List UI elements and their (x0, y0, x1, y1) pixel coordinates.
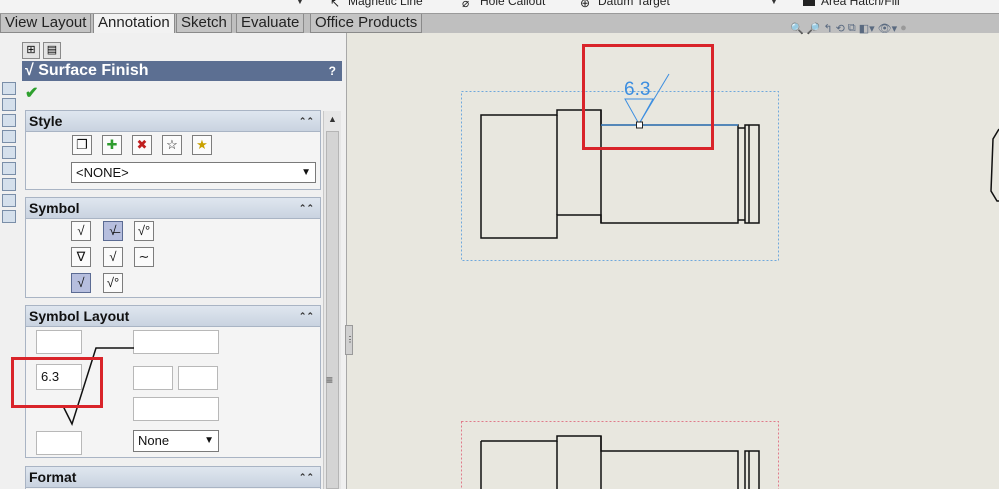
scroll-thumb[interactable] (326, 131, 339, 489)
previous-view-icon[interactable]: ↰ (823, 22, 832, 35)
format-group-header[interactable]: Format ⌃⌃ (26, 467, 320, 488)
vertical-toolbar (0, 79, 18, 299)
resize-grip-icon[interactable]: ≡ (326, 373, 333, 387)
pm-title-text: Surface Finish (38, 62, 149, 79)
chevron-down-icon: ▼ (301, 167, 311, 178)
style-select[interactable]: <NONE> ▼ (71, 162, 316, 183)
basic-symbol-icon[interactable]: √ (71, 221, 91, 241)
format-heading: Format (29, 469, 77, 485)
format-icon[interactable] (2, 98, 16, 111)
command-toolbar: ▼ ↖ Magnetic Line ⌀ Hole Callout ⊕ Datum… (0, 0, 999, 14)
add-style-icon[interactable]: ✚ (102, 135, 122, 155)
area-hatch-button[interactable]: Area Hatch/Fill (803, 0, 900, 8)
layer-icon[interactable] (2, 82, 16, 95)
drawing-view-boundary-lower[interactable] (461, 421, 779, 489)
hide-show-items-icon[interactable]: 👁▾ (878, 22, 898, 35)
annotation-icon[interactable] (2, 114, 16, 127)
highlight-box-pm (11, 357, 103, 408)
style-heading: Style (29, 113, 63, 129)
style-group: Style ⌃⌃ ❐ ✚ ✖ ☆ ★ <NONE> ▼ (25, 110, 321, 190)
hole-callout-button[interactable]: ⌀ Hole Callout (462, 0, 546, 10)
vertical-scrollbar[interactable]: ▲ (323, 111, 341, 489)
save-style-icon[interactable]: ☆ (162, 135, 182, 155)
property-manager-tab-icon[interactable]: ▤ (43, 42, 61, 59)
ok-checkmark-icon[interactable]: ✔ (25, 83, 38, 103)
tab-sketch[interactable]: Sketch (176, 14, 232, 33)
help-button[interactable]: ? (329, 61, 336, 81)
appearance-icon[interactable]: ● (900, 22, 907, 34)
magnetic-line-label: Magnetic Line (348, 0, 423, 8)
sheet-icon[interactable] (2, 210, 16, 223)
dropdown-arrow-icon[interactable]: ▼ (770, 0, 778, 6)
grid-icon[interactable] (2, 178, 16, 191)
area-hatch-label: Area Hatch/Fill (821, 0, 900, 8)
pane-splitter[interactable]: ⋮ (345, 325, 354, 355)
machining-required-icon[interactable]: √̶ (103, 221, 123, 241)
delete-style-icon[interactable]: ✖ (132, 135, 152, 155)
symbol-group-header[interactable]: Symbol ⌃⌃ (26, 198, 320, 219)
part-outline-bottom[interactable] (480, 435, 760, 489)
hole-callout-label: Hole Callout (480, 0, 546, 8)
magnetic-line-button[interactable]: ↖ Magnetic Line (330, 0, 423, 10)
tab-annotation[interactable]: Annotation (93, 14, 175, 34)
heads-up-view-toolbar: 🔍 🔎 ↰ ⟲ ⧉ ◧▾ 👁▾ ● (790, 20, 907, 36)
section-view-icon[interactable]: ⧉ (848, 22, 856, 35)
hole-callout-icon: ⌀ (462, 0, 470, 10)
zoom-to-area-icon[interactable]: 🔎 (807, 22, 821, 35)
solidworks-window: ▼ ↖ Magnetic Line ⌀ Hole Callout ⊕ Datum… (0, 0, 999, 489)
datum-target-icon: ⊕ (580, 0, 591, 10)
tab-office-products[interactable]: Office Products (310, 14, 423, 33)
jis-machining-icon[interactable]: √ (103, 247, 123, 267)
rotate-view-icon[interactable]: ⟲ (836, 22, 845, 35)
collapse-chevron-icon[interactable]: ⌃⌃ (299, 111, 314, 132)
property-manager-pane: ⊞ ▤ √ Surface Finish ? ✔ ▲ Style ⌃⌃ ❐ ✚ … (0, 33, 347, 489)
collapse-chevron-icon[interactable]: ⌃⌃ (299, 198, 314, 219)
display-style-icon[interactable]: ◧▾ (859, 22, 875, 35)
load-style-icon[interactable]: ★ (192, 135, 212, 155)
table-icon[interactable] (2, 194, 16, 207)
highlight-box-drawing (582, 44, 714, 150)
tab-view-layout[interactable]: View Layout (0, 14, 92, 33)
jis-basic-icon[interactable]: ∇ (71, 247, 91, 267)
property-manager-title: √ Surface Finish ? (22, 61, 342, 81)
datum-target-button[interactable]: ⊕ Datum Target (580, 0, 670, 10)
magnetic-line-icon: ↖ (330, 0, 341, 10)
zoom-to-fit-icon[interactable]: 🔍 (790, 22, 804, 35)
collapse-chevron-icon[interactable]: ⌃⌃ (299, 467, 314, 488)
jis-no-machining-icon[interactable]: ∼ (134, 247, 154, 267)
machining-prohibited-icon[interactable]: √° (134, 221, 154, 241)
pane-tab-icons: ⊞ ▤ (22, 42, 61, 59)
datum-target-label: Datum Target (598, 0, 670, 8)
symbol-group: Symbol ⌃⌃ √ √̶ √° ∇ √ ∼ √ √° (25, 197, 321, 298)
partial-part-outline (990, 128, 999, 202)
symbol-heading: Symbol (29, 200, 80, 216)
align-icon[interactable] (2, 162, 16, 175)
style-group-header[interactable]: Style ⌃⌃ (26, 111, 320, 132)
checkmark-icon: √ (25, 62, 34, 79)
all-around-symbol-icon[interactable]: √° (103, 273, 123, 293)
feature-manager-tab-icon[interactable]: ⊞ (22, 42, 40, 59)
scroll-up-arrow-icon[interactable]: ▲ (324, 111, 341, 128)
style-select-value: <NONE> (76, 165, 129, 180)
note-icon[interactable] (2, 130, 16, 143)
local-symbol-icon[interactable]: √ (71, 273, 91, 293)
set-default-style-icon[interactable]: ❐ (72, 135, 92, 155)
area-hatch-icon (803, 0, 815, 6)
tab-evaluate[interactable]: Evaluate (236, 14, 305, 33)
dropdown-arrow-icon[interactable]: ▼ (296, 0, 304, 6)
graphics-area[interactable]: 6.3 (347, 33, 999, 489)
format-group: Format ⌃⌃ (25, 466, 321, 489)
balloon-icon[interactable] (2, 146, 16, 159)
